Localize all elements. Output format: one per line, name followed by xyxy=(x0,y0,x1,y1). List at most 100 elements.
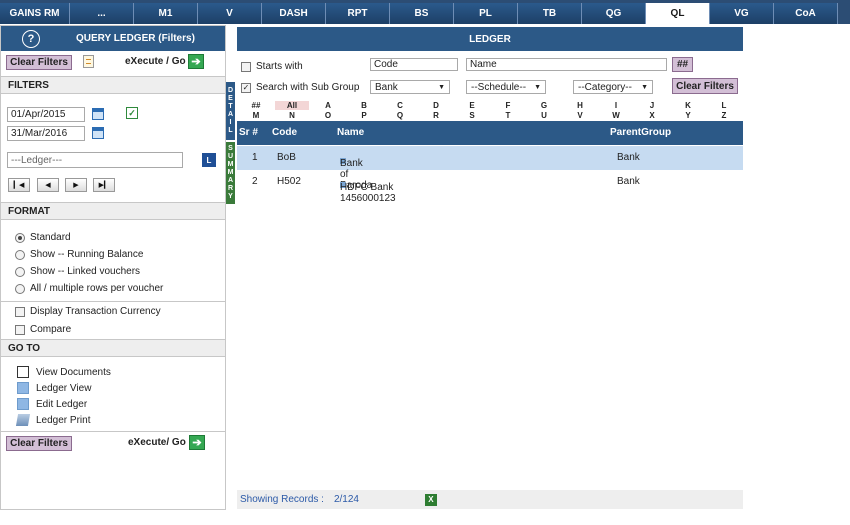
checkbox[interactable] xyxy=(241,61,251,72)
column-parent-group[interactable]: ParentGroup xyxy=(610,127,671,138)
nav-tab-gains-rm[interactable]: GAINS RM xyxy=(0,3,70,24)
alpha-filter-r[interactable]: R xyxy=(426,111,446,120)
alpha-filter-l[interactable]: L xyxy=(714,101,734,110)
next-record-button[interactable]: ▶ xyxy=(65,178,87,192)
radio[interactable] xyxy=(15,266,25,277)
goto-ledger-view[interactable]: Ledger View xyxy=(17,382,91,394)
code-input[interactable]: Code xyxy=(370,58,458,71)
alpha-filter-s[interactable]: S xyxy=(462,111,482,120)
format-option-multiple-rows[interactable]: All / multiple rows per voucher xyxy=(15,283,163,294)
display-transaction-currency-checkbox[interactable]: Display Transaction Currency xyxy=(15,306,161,317)
format-option-standard[interactable]: Standard xyxy=(15,232,71,243)
format-option-running-balance[interactable]: Show -- Running Balance xyxy=(15,249,143,260)
alpha-filter-a[interactable]: A xyxy=(318,101,338,110)
alpha-filter-e[interactable]: E xyxy=(462,101,482,110)
table-row[interactable]: 1 BoB Bank of Baroda Bank xyxy=(237,146,743,191)
last-record-button[interactable]: ▶▎ xyxy=(93,178,115,192)
nav-tab-ql[interactable]: QL xyxy=(646,3,710,24)
column-name[interactable]: Name xyxy=(337,127,364,138)
clear-filters-button[interactable]: Clear Filters xyxy=(6,55,72,70)
goto-ledger-print[interactable]: Ledger Print xyxy=(15,414,90,426)
radio-selected[interactable] xyxy=(15,232,25,243)
alpha-filter-q[interactable]: Q xyxy=(390,111,410,120)
alpha-filter-n[interactable]: N xyxy=(282,111,302,120)
radio[interactable] xyxy=(15,249,25,260)
compare-checkbox[interactable]: Compare xyxy=(15,324,71,335)
alpha-filter-t[interactable]: T xyxy=(498,111,518,120)
format-option-label: All / multiple rows per voucher xyxy=(30,283,164,294)
detail-tab[interactable]: DETAIL xyxy=(226,82,235,140)
calendar-icon[interactable] xyxy=(92,108,104,120)
alpha-filter-j[interactable]: J xyxy=(642,101,662,110)
previous-record-button[interactable]: ◀ xyxy=(37,178,59,192)
nav-tab-qg[interactable]: QG xyxy=(582,3,646,24)
alpha-filter-o[interactable]: O xyxy=(318,111,338,120)
alpha-filter-p[interactable]: P xyxy=(354,111,374,120)
summary-tab[interactable]: SUMMARY xyxy=(226,142,235,204)
goto-view-documents[interactable]: View Documents xyxy=(17,366,111,378)
nav-tab-vg[interactable]: VG xyxy=(710,3,774,24)
alpha-filter-k[interactable]: K xyxy=(678,101,698,110)
alpha-filter-z[interactable]: Z xyxy=(714,111,734,120)
column-sr[interactable]: Sr # xyxy=(239,127,258,138)
checkbox[interactable] xyxy=(15,324,25,335)
nav-tab-dash[interactable]: DASH xyxy=(262,3,326,24)
nav-tab-pl[interactable]: PL xyxy=(454,3,518,24)
starts-with-checkbox[interactable]: Starts with xyxy=(241,61,303,72)
hash-button[interactable]: ## xyxy=(672,57,693,72)
nav-tab-v[interactable]: V xyxy=(198,3,262,24)
schedule-select[interactable]: --Schedule-- ▼ xyxy=(466,80,546,94)
excel-export-icon[interactable]: X xyxy=(424,493,437,506)
group-select[interactable]: Bank ▼ xyxy=(370,80,450,94)
go-arrow-icon[interactable]: ➔ xyxy=(189,435,205,450)
alpha-filter-d[interactable]: D xyxy=(426,101,446,110)
column-code[interactable]: Code xyxy=(272,127,297,138)
alpha-filter-u[interactable]: U xyxy=(534,111,554,120)
format-option-linked-vouchers[interactable]: Show -- Linked vouchers xyxy=(15,266,140,277)
radio[interactable] xyxy=(15,283,25,294)
nav-tab-tb[interactable]: TB xyxy=(518,3,582,24)
goto-edit-ledger[interactable]: Edit Ledger xyxy=(17,398,87,410)
alpha-filter-all[interactable]: All xyxy=(275,101,309,110)
cell-sr: 1 xyxy=(252,152,258,163)
date-from-input[interactable]: 01/Apr/2015 xyxy=(7,107,85,122)
table-row[interactable]: 2 H502 HDFC Bank 1456000123 Bank xyxy=(237,170,743,204)
execute-go-bottom-link[interactable]: eXecute/ Go xyxy=(128,437,186,448)
nav-tab-rpt[interactable]: RPT xyxy=(326,3,390,24)
alpha-filter-v[interactable]: V xyxy=(570,111,590,120)
checkbox-checked[interactable]: ✓ xyxy=(241,82,251,93)
clear-filters-ledger-button[interactable]: Clear Filters xyxy=(672,78,738,94)
alpha-filter-x[interactable]: X xyxy=(642,111,662,120)
alpha-filter-g[interactable]: G xyxy=(534,101,554,110)
help-icon[interactable]: ? xyxy=(22,29,40,48)
calendar-check-icon[interactable]: ✓ xyxy=(126,107,138,119)
alpha-filter-f[interactable]: F xyxy=(498,101,518,110)
ledger-lookup-icon[interactable]: L xyxy=(202,153,216,167)
alpha-filter-hash[interactable]: ## xyxy=(246,101,266,110)
clear-filters-bottom-button[interactable]: Clear Filters xyxy=(6,436,72,451)
alpha-filter-i[interactable]: I xyxy=(606,101,626,110)
nav-tab-m1[interactable]: M1 xyxy=(134,3,198,24)
alpha-filter-w[interactable]: W xyxy=(606,111,626,120)
alpha-filter-h[interactable]: H xyxy=(570,101,590,110)
category-select[interactable]: --Category-- ▼ xyxy=(573,80,653,94)
execute-go-link[interactable]: eXecute / Go xyxy=(125,56,186,67)
group-select-value: Bank xyxy=(375,81,398,93)
alpha-filter-m[interactable]: M xyxy=(246,111,266,120)
search-sub-group-checkbox[interactable]: ✓ Search with Sub Group xyxy=(241,82,359,93)
cell-code: BoB xyxy=(277,152,296,163)
ledger-input[interactable]: ---Ledger--- xyxy=(7,152,183,168)
nav-tab-more[interactable]: ... xyxy=(70,3,134,24)
nav-tab-bs[interactable]: BS xyxy=(390,3,454,24)
checkbox[interactable] xyxy=(15,306,25,317)
name-input[interactable]: Name xyxy=(466,58,667,71)
date-to-input[interactable]: 31/Mar/2016 xyxy=(7,126,85,141)
go-arrow-icon[interactable]: ➔ xyxy=(188,54,204,69)
first-record-button[interactable]: ▎◀ xyxy=(8,178,30,192)
nav-tab-coa[interactable]: CoA xyxy=(774,3,838,24)
alpha-filter-y[interactable]: Y xyxy=(678,111,698,120)
calendar-icon[interactable] xyxy=(92,127,104,139)
alpha-filter-c[interactable]: C xyxy=(390,101,410,110)
document-icon[interactable] xyxy=(83,55,94,68)
alpha-filter-b[interactable]: B xyxy=(354,101,374,110)
